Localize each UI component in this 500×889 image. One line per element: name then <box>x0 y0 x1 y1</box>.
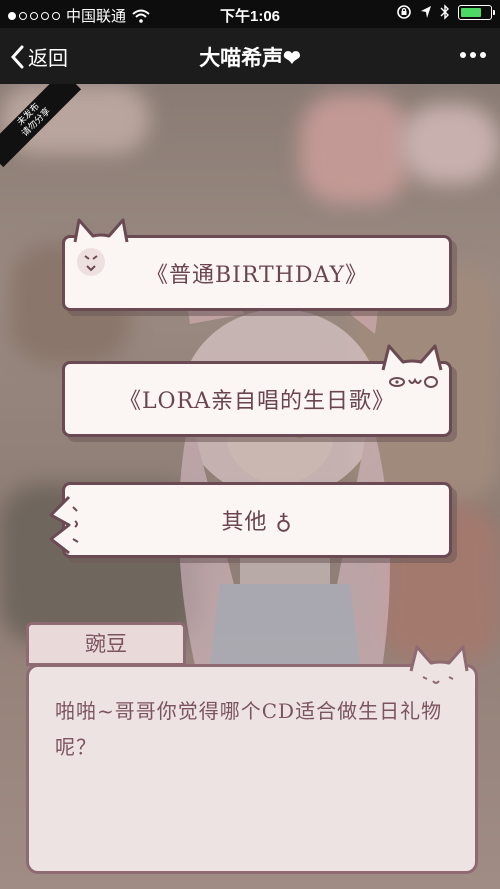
battery-icon <box>458 4 495 20</box>
cat-face-icon <box>381 344 443 388</box>
more-dot-icon <box>480 52 486 58</box>
background-poster <box>300 94 410 204</box>
more-dot-icon <box>460 52 466 58</box>
status-bar: 中国联通 下午1:06 <box>0 0 500 28</box>
orientation-lock-icon <box>397 5 411 19</box>
speaker-name-tab: 豌豆 <box>26 622 186 666</box>
more-dot-icon <box>470 52 476 58</box>
choice-label: 《LORA亲自唱的生日歌》 <box>118 389 396 414</box>
battery-level-fill <box>461 7 481 17</box>
game-scene: 未发布 请勿分享 《普通BIRTHDAY》 《LORA亲自唱的生日歌》 其他 ♁ <box>0 84 500 889</box>
choice-option-3[interactable]: 其他 ♁ <box>49 482 452 558</box>
page-title: 大喵希声❤ <box>199 47 301 70</box>
background-poster <box>400 104 500 184</box>
status-right <box>396 4 495 20</box>
choice-label: 其他 ♁ <box>221 510 293 535</box>
choice-label: 《普通BIRTHDAY》 <box>145 263 369 288</box>
choice-option-1[interactable]: 《普通BIRTHDAY》 <box>62 218 452 311</box>
cat-ears-icon <box>409 645 469 684</box>
dialog-box[interactable]: 啪啪~哥哥你觉得哪个CD适合做生日礼物呢？ <box>26 645 478 874</box>
speaker-name: 豌豆 <box>85 632 127 656</box>
choice-option-2[interactable]: 《LORA亲自唱的生日歌》 <box>62 344 452 437</box>
cat-ear-side-icon <box>49 495 79 555</box>
dialog-text: 啪啪~哥哥你觉得哪个CD适合做生日礼物呢？ <box>55 699 443 759</box>
location-arrow-icon <box>421 6 431 18</box>
cat-ears-icon <box>73 218 129 276</box>
more-menu-button[interactable] <box>460 52 486 58</box>
navigation-bar: 返回 大喵希声❤ <box>0 28 500 84</box>
bluetooth-icon <box>440 4 449 20</box>
